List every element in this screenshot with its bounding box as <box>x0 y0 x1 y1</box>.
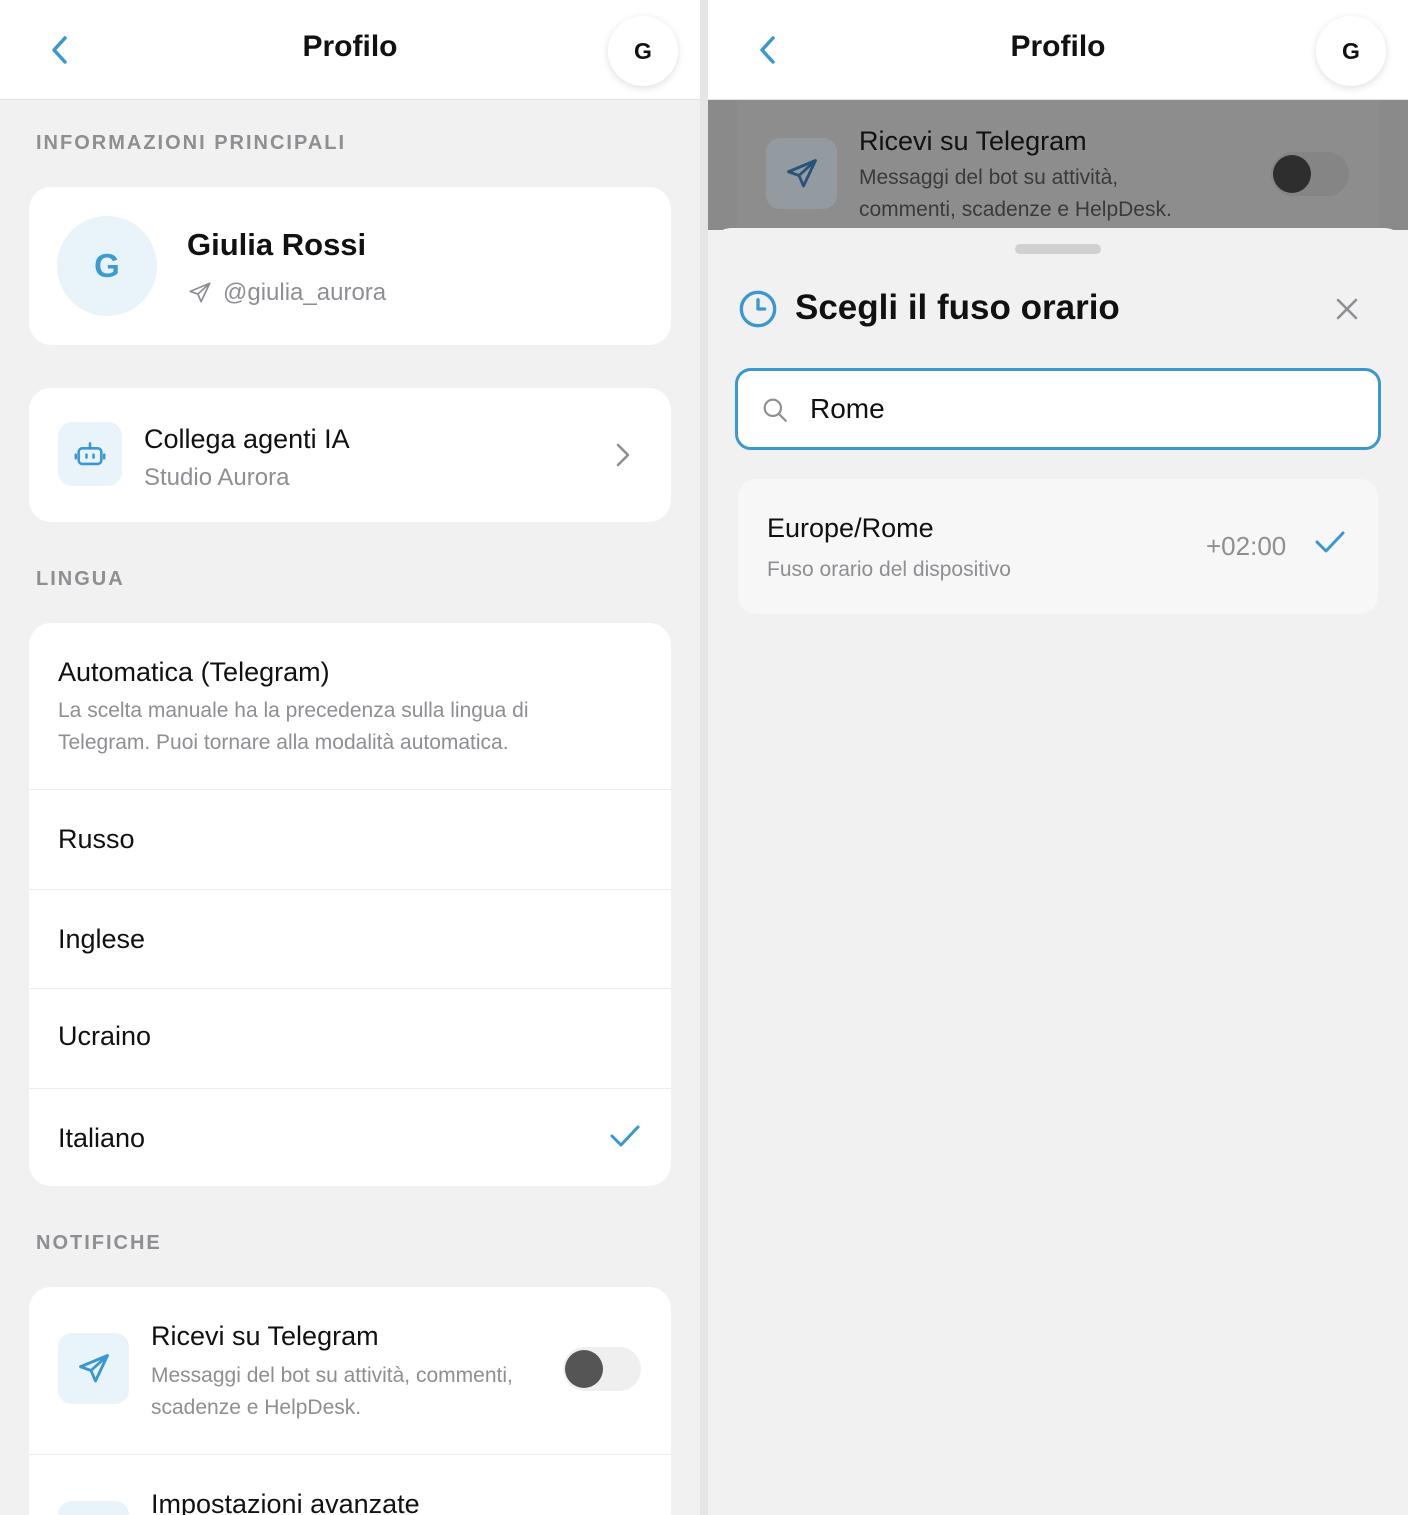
agents-subtitle: Studio Aurora <box>144 464 290 491</box>
timezone-search-input[interactable] <box>810 381 1350 437</box>
robot-icon-tile <box>58 422 122 486</box>
section-label-language: LINGUA <box>36 568 125 590</box>
language-card: Automatica (Telegram) La scelta manuale … <box>29 623 671 1186</box>
language-option-russo[interactable]: Russo <box>29 789 671 889</box>
checkmark-icon <box>610 1125 640 1147</box>
timezone-offset: +02:00 <box>1206 531 1287 561</box>
telegram-icon <box>189 282 211 303</box>
dimmed-row-sub-2: commenti, scadenze e HelpDesk. <box>859 198 1172 221</box>
profile-screen-right: Profilo G Ricevi su Telegram Messaggi de… <box>708 0 1408 1515</box>
profile-card: G Giulia Rossi @giulia_aurora <box>29 187 671 345</box>
profile-handle: @giulia_aurora <box>223 279 387 306</box>
telegram-notif-toggle[interactable] <box>563 1347 641 1391</box>
language-option-inglese[interactable]: Inglese <box>29 889 671 988</box>
telegram-notif-description: Messaggi del bot su attività, commenti, … <box>151 1364 513 1419</box>
timezone-sheet: Scegli il fuso orario Europe/Rome Fuso o… <box>708 228 1408 1515</box>
profile-handle-row: @giulia_aurora <box>187 279 386 307</box>
connect-agents-row[interactable]: Collega agenti IA Studio Aurora <box>29 388 671 522</box>
search-icon <box>763 398 787 422</box>
sheet-grabber[interactable] <box>1015 244 1101 254</box>
language-auto-description: La scelta manuale ha la precedenza sulla… <box>58 699 529 754</box>
language-option-auto[interactable]: Automatica (Telegram) La scelta manuale … <box>29 623 671 789</box>
checkmark-icon <box>1315 531 1345 553</box>
telegram-notif-title: Ricevi su Telegram <box>151 1321 379 1351</box>
dimmed-row-sub-1: Messaggi del bot su attività, <box>859 166 1119 189</box>
send-icon <box>786 158 817 187</box>
dimmed-telegram-card: Ricevi su Telegram Messaggi del bot su a… <box>737 100 1379 230</box>
dimmed-icon-tile <box>766 138 837 209</box>
toggle-knob <box>565 1350 603 1388</box>
page-title: Profilo <box>1010 30 1106 63</box>
timezone-subtitle: Fuso orario del dispositivo <box>767 558 1011 581</box>
language-option-label: Russo <box>58 824 135 854</box>
dimmed-row-title: Ricevi su Telegram <box>859 126 1087 156</box>
language-option-ucraino[interactable]: Ucraino <box>29 988 671 1088</box>
profile-name: Giulia Rossi <box>187 227 367 262</box>
language-option-italiano[interactable]: Italiano <box>29 1088 671 1186</box>
sheet-title: Scegli il fuso orario <box>795 288 1120 327</box>
dimmed-toggle <box>1271 152 1349 196</box>
top-bar: Profilo G <box>708 0 1408 100</box>
language-auto-title: Automatica (Telegram) <box>58 657 330 687</box>
top-bar: Profilo G <box>0 0 700 100</box>
clock-icon <box>739 290 777 328</box>
page-title: Profilo <box>302 30 398 63</box>
agents-title: Collega agenti IA <box>144 424 350 454</box>
advanced-icon-tile <box>58 1501 129 1515</box>
language-option-label: Ucraino <box>58 1021 152 1051</box>
section-label-notifications: NOTIFICHE <box>36 1232 162 1254</box>
profile-screen-left: Profilo G INFORMAZIONI PRINCIPALI G Giul… <box>0 0 700 1515</box>
telegram-icon-tile <box>58 1333 129 1404</box>
timezone-name: Europe/Rome <box>767 513 934 543</box>
avatar: G <box>57 216 157 316</box>
close-icon <box>1336 298 1358 320</box>
close-button[interactable] <box>1330 292 1364 326</box>
send-icon <box>78 1353 109 1382</box>
advanced-settings-title: Impostazioni avanzate <box>151 1489 420 1515</box>
avatar-button[interactable]: G <box>608 16 678 86</box>
language-option-label: Inglese <box>58 924 146 954</box>
section-label-main: INFORMAZIONI PRINCIPALI <box>36 132 347 154</box>
chevron-right-icon <box>616 443 630 467</box>
notifications-card: Ricevi su Telegram Messaggi del bot su a… <box>29 1287 671 1515</box>
timezone-result-item[interactable]: Europe/Rome Fuso orario del dispositivo … <box>738 479 1378 614</box>
timezone-search <box>735 368 1381 450</box>
avatar-button[interactable]: G <box>1316 16 1386 86</box>
language-option-label: Italiano <box>58 1123 146 1153</box>
robot-icon <box>74 442 106 466</box>
advanced-settings-row[interactable]: Impostazioni avanzate <box>29 1454 671 1515</box>
dimmed-background: Ricevi su Telegram Messaggi del bot su a… <box>708 100 1408 230</box>
